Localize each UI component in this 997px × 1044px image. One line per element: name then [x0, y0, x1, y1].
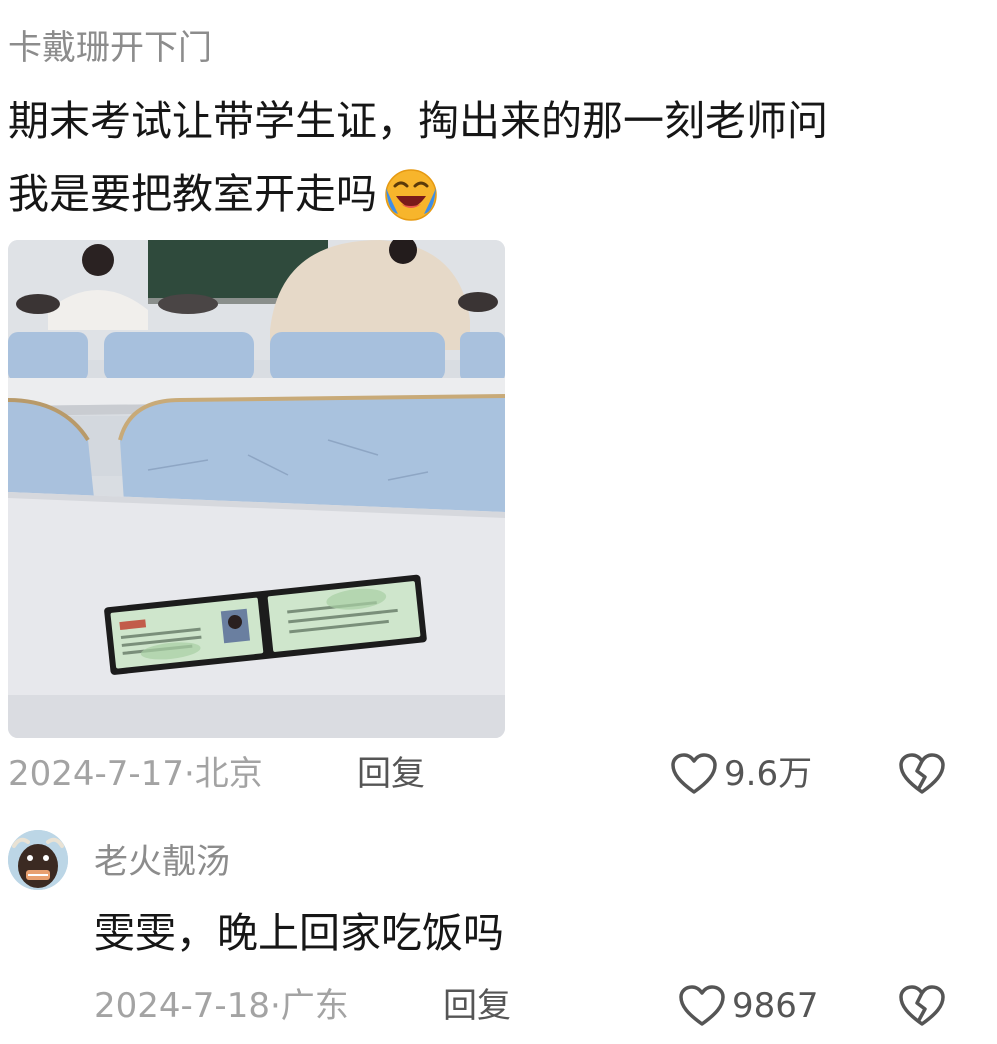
comment-location: 北京: [194, 754, 263, 794]
reply-like-button[interactable]: 9867: [678, 984, 819, 1028]
reply-comment-text: 雯雯，晚上回家吃饭吗: [94, 909, 504, 957]
comment-text-line-2: 我是要把教室开走吗: [8, 170, 377, 218]
meta-separator: ·: [183, 754, 195, 794]
heart-outline-icon: [679, 985, 725, 1026]
like-button[interactable]: 9.6万: [670, 752, 812, 796]
reply-to-reply-button[interactable]: 回复: [443, 984, 511, 1028]
reply-meta: 2024-7-18·广东: [94, 984, 349, 1028]
meta-separator: ·: [269, 986, 281, 1026]
dislike-button[interactable]: [898, 752, 946, 796]
heart-outline-icon: [671, 753, 717, 794]
broken-heart-icon: [899, 753, 945, 794]
comment-text-line-2-row: 我是要把教室开走吗: [8, 166, 439, 222]
reply-location: 广东: [280, 986, 349, 1026]
comment-username[interactable]: 卡戴珊开下门: [8, 26, 212, 70]
comment-text-line-1: 期末考试让带学生证，掏出来的那一刻老师问: [8, 97, 828, 145]
laughing-crying-emoji-icon: [383, 166, 439, 222]
reply-date: 2024-7-18: [94, 986, 270, 1026]
reply-like-count: 9867: [732, 986, 819, 1026]
reply-button[interactable]: 回复: [357, 752, 425, 796]
broken-heart-icon: [899, 985, 945, 1026]
comment-meta: 2024-7-17·北京: [8, 752, 263, 796]
reply-dislike-button[interactable]: [898, 984, 946, 1028]
comment-photo[interactable]: [8, 240, 505, 738]
comment-date: 2024-7-17: [8, 754, 184, 794]
avatar[interactable]: [8, 830, 68, 890]
reply-username[interactable]: 老火靓汤: [94, 840, 230, 884]
like-count: 9.6万: [724, 754, 813, 794]
